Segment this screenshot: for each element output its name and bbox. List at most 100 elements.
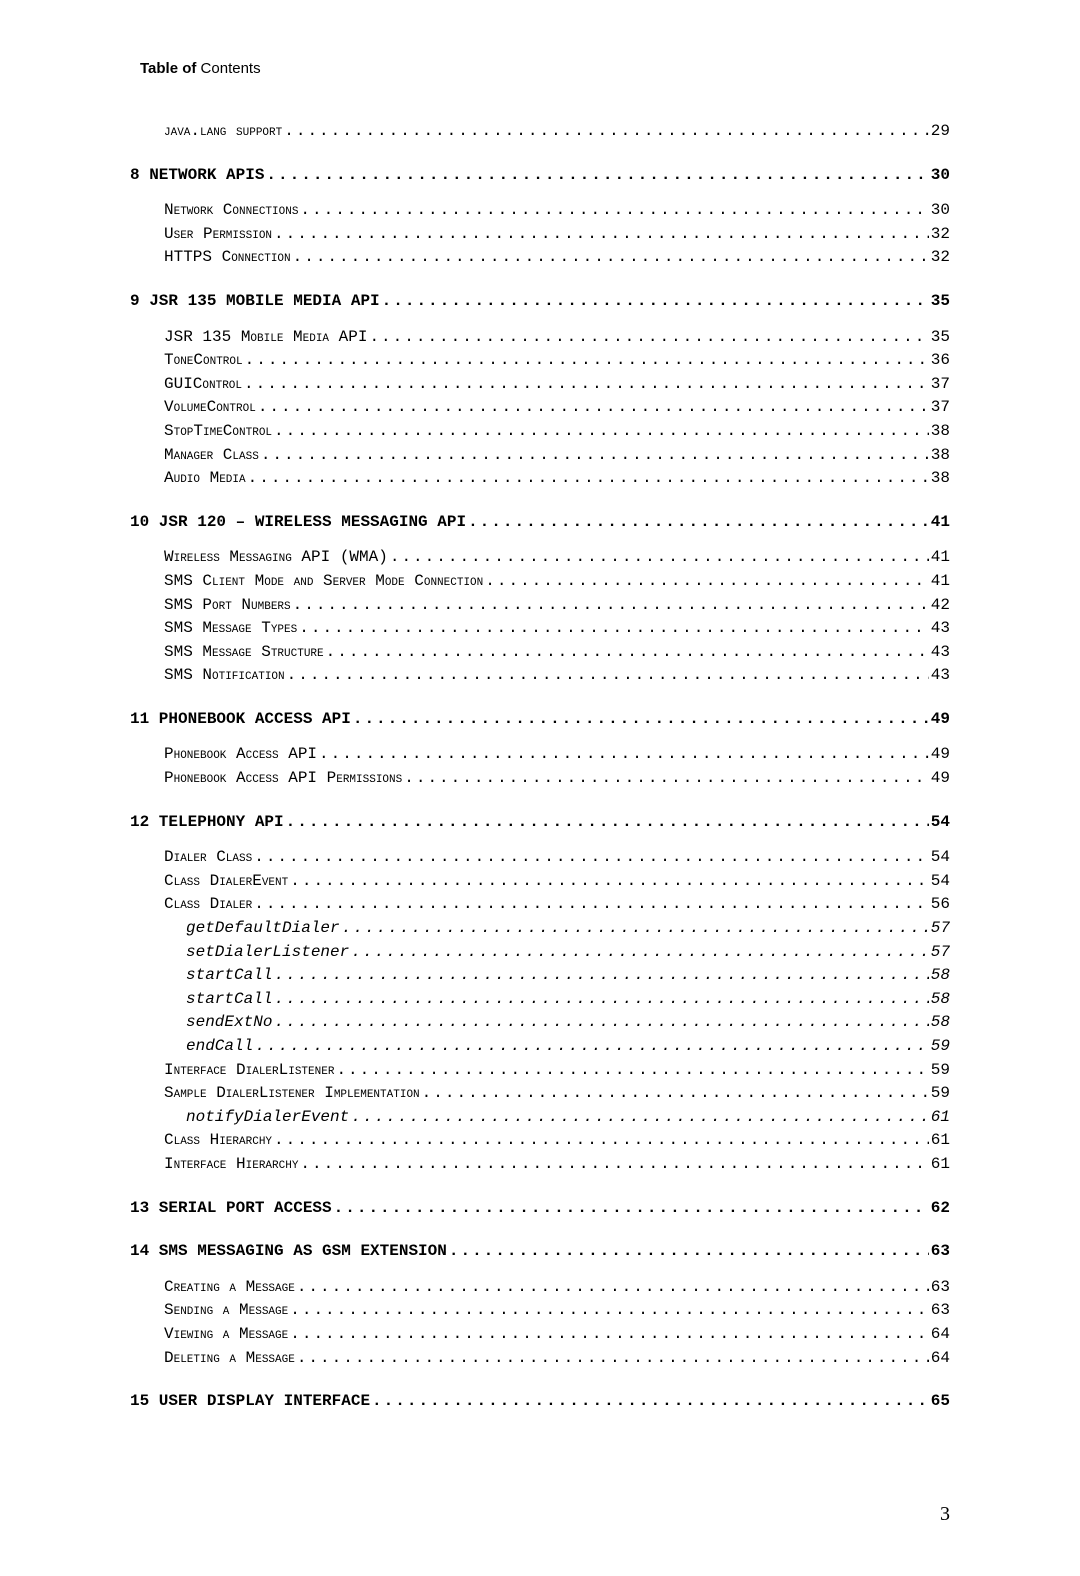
- toc-leader: [351, 1107, 929, 1129]
- toc-leader: [334, 1198, 929, 1220]
- toc-header-bold: Table of: [140, 60, 196, 77]
- toc-leader: [351, 942, 929, 964]
- toc-entry-page: 59: [931, 1060, 950, 1082]
- toc-leader: [336, 1060, 928, 1082]
- toc-entry-page: 41: [931, 571, 950, 593]
- toc-entry: 13 SERIAL PORT ACCESS 62: [130, 1198, 950, 1220]
- toc-leader: [274, 965, 928, 987]
- toc-entry-title: HTTPS Connection: [164, 247, 291, 269]
- toc-leader: [274, 421, 929, 443]
- toc-entry-title: Interface Hierarchy: [164, 1154, 298, 1176]
- toc-leader: [254, 894, 929, 916]
- toc-leader: [342, 918, 929, 940]
- toc-entry: 12 TELEPHONY API 54: [130, 812, 950, 834]
- toc-entry-title: User Permission: [164, 224, 272, 246]
- toc-entry-page: 43: [931, 665, 950, 687]
- toc-leader: [372, 1391, 929, 1413]
- toc-entry: VolumeControl 37: [164, 397, 950, 419]
- toc-entry: Sample DialerListener Implementation 59: [164, 1083, 950, 1105]
- toc-leader: [290, 1324, 929, 1346]
- toc-entry: JSR 135 Mobile Media API 35: [164, 327, 950, 349]
- toc-entry-page: 61: [931, 1154, 950, 1176]
- toc-leader: [390, 547, 929, 569]
- toc-entry: Deleting a Message 64: [164, 1348, 950, 1370]
- toc-entry: Viewing a Message 64: [164, 1324, 950, 1346]
- toc-entry-title: VolumeControl: [164, 397, 256, 419]
- toc-entry-title: Network Connections: [164, 200, 298, 222]
- toc-entry-title: 14 SMS MESSAGING AS GSM EXTENSION: [130, 1241, 447, 1263]
- toc-entry-page: 63: [931, 1300, 950, 1322]
- toc-entry-page: 59: [931, 1083, 950, 1105]
- toc-entry: sendExtNo 58: [186, 1012, 950, 1034]
- toc-entry-title: SMS Message Structure: [164, 642, 324, 664]
- toc-entry-page: 54: [931, 812, 950, 834]
- toc-leader: [297, 1348, 929, 1370]
- toc-leader: [422, 1083, 929, 1105]
- toc-entry-title: Audio Media: [164, 468, 246, 490]
- toc-entry-title: notifyDialerEvent: [186, 1107, 349, 1129]
- toc-entry-page: 58: [931, 989, 950, 1011]
- toc-entry: java.lang support 29: [164, 121, 950, 143]
- toc-entry-page: 64: [931, 1324, 950, 1346]
- toc-entry-title: Class DialerEvent: [164, 871, 288, 893]
- toc-entry: getDefaultDialer 57: [186, 918, 950, 940]
- toc-entry-page: 30: [931, 165, 950, 187]
- toc-leader: [404, 768, 929, 790]
- toc-entry: Class Hierarchy 61: [164, 1130, 950, 1152]
- toc-entry-page: 41: [931, 512, 950, 534]
- toc-entry: GUIControl 37: [164, 374, 950, 396]
- toc-entry-page: 56: [931, 894, 950, 916]
- toc-entry-title: 11 PHONEBOOK ACCESS API: [130, 709, 351, 731]
- toc-leader: [300, 200, 928, 222]
- toc-entry: Audio Media 38: [164, 468, 950, 490]
- toc-entry-page: 30: [931, 200, 950, 222]
- page-number: 3: [130, 1503, 950, 1526]
- toc-entry-page: 43: [931, 618, 950, 640]
- toc-entry: 10 JSR 120 – WIRELESS MESSAGING API 41: [130, 512, 950, 534]
- toc-leader: [261, 445, 929, 467]
- toc-entry-title: SMS Message Types: [164, 618, 297, 640]
- toc-entry: Phonebook Access API 49: [164, 744, 950, 766]
- toc-entry-page: 49: [931, 709, 950, 731]
- toc-entry: Sending a Message 63: [164, 1300, 950, 1322]
- toc-entry-title: Creating a Message: [164, 1277, 295, 1299]
- toc-entry-page: 36: [931, 350, 950, 372]
- toc-entry-title: startCall: [186, 965, 272, 987]
- toc-header-light: Contents: [196, 60, 260, 77]
- toc-entry-page: 35: [931, 327, 950, 349]
- toc-entry-title: Class Hierarchy: [164, 1130, 272, 1152]
- toc-entry-title: SMS Client Mode and Server Mode Connecti…: [164, 571, 483, 593]
- toc-leader: [449, 1241, 929, 1263]
- toc-entry-title: setDialerListener: [186, 942, 349, 964]
- toc-entry: 14 SMS MESSAGING AS GSM EXTENSION 63: [130, 1241, 950, 1263]
- toc-entry-title: Viewing a Message: [164, 1324, 288, 1346]
- toc-entry-page: 59: [931, 1036, 950, 1058]
- toc-entry-page: 29: [931, 121, 950, 143]
- toc-leader: [326, 642, 929, 664]
- toc-entry-page: 32: [931, 224, 950, 246]
- toc-entry: notifyDialerEvent 61: [186, 1107, 950, 1129]
- toc-entry-page: 38: [931, 421, 950, 443]
- toc-entry-page: 41: [931, 547, 950, 569]
- toc-entry-page: 65: [931, 1391, 950, 1413]
- toc-leader: [244, 374, 929, 396]
- toc-entry-page: 61: [931, 1130, 950, 1152]
- toc-entry-page: 54: [931, 847, 950, 869]
- toc-leader: [369, 327, 928, 349]
- toc-leader: [382, 291, 929, 313]
- toc-entry-page: 38: [931, 468, 950, 490]
- toc-entry: setDialerListener 57: [186, 942, 950, 964]
- toc-entry-page: 49: [931, 768, 950, 790]
- toc-entry: Class DialerEvent 54: [164, 871, 950, 893]
- toc-entry-page: 49: [931, 744, 950, 766]
- toc-entry-title: Sending a Message: [164, 1300, 288, 1322]
- toc-leader: [299, 618, 929, 640]
- toc-entry: Phonebook Access API Permissions 49: [164, 768, 950, 790]
- toc-entry-title: StopTimeControl: [164, 421, 272, 443]
- toc-leader: [468, 512, 929, 534]
- toc-entry: startCall 58: [186, 965, 950, 987]
- toc-leader: [248, 468, 929, 490]
- toc-entry-page: 62: [931, 1198, 950, 1220]
- toc-leader: [255, 1036, 929, 1058]
- toc-leader: [258, 397, 929, 419]
